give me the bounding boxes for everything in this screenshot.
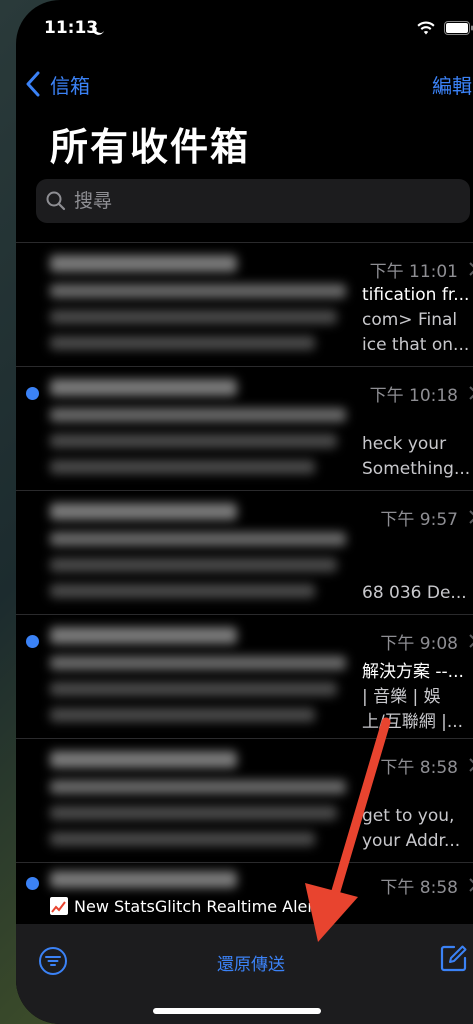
- chevron-right-icon: [469, 510, 473, 524]
- edit-button[interactable]: 編輯: [432, 70, 472, 99]
- mail-subject: 解決方案 --...: [362, 662, 464, 682]
- chevron-right-icon: [469, 386, 473, 400]
- blurred-content: [50, 503, 362, 610]
- blurred-content: [50, 871, 362, 900]
- mail-list: 下午 11:01 tification fr... com> Final ice…: [16, 242, 473, 922]
- mail-time: 下午 8:58: [380, 758, 458, 778]
- chevron-right-icon: [469, 758, 473, 772]
- search-bar[interactable]: [36, 179, 470, 223]
- chevron-left-icon: [26, 71, 40, 97]
- blurred-content: [50, 255, 362, 362]
- mail-preview-line: | 音樂 | 娛: [362, 687, 441, 707]
- battery-icon: [444, 21, 473, 35]
- unread-indicator: [26, 877, 39, 890]
- page-title: 所有收件箱: [50, 125, 251, 169]
- mail-time: 下午 9:57: [380, 510, 458, 530]
- chevron-right-icon: [469, 634, 473, 648]
- mail-screen: 11:13 信箱 編輯 所有收件箱 搜尋 下午 11:01 tification…: [16, 0, 473, 1024]
- compose-icon[interactable]: [440, 944, 468, 972]
- mail-time: 下午 11:01: [369, 262, 458, 282]
- mail-time: 下午 9:08: [380, 634, 458, 654]
- blurred-content: [50, 379, 362, 486]
- mail-preview-line: get to you,: [362, 806, 455, 826]
- unread-indicator: [26, 387, 39, 400]
- back-button[interactable]: 信箱: [24, 68, 90, 100]
- unread-indicator: [26, 635, 39, 648]
- mail-time: 下午 8:58: [380, 878, 458, 898]
- mail-row[interactable]: 下午 8:58 get to you, your Addr...: [16, 738, 473, 862]
- mail-row[interactable]: 下午 10:18 heck your Something...: [16, 366, 473, 490]
- mail-row[interactable]: 下午 11:01 tification fr... com> Final ice…: [16, 242, 473, 366]
- blurred-content: [50, 627, 362, 734]
- search-input[interactable]: [74, 190, 434, 212]
- mail-time: 下午 10:18: [369, 386, 458, 406]
- undo-send-button[interactable]: 還原傳送: [16, 950, 473, 975]
- chart-emoji-icon: [50, 897, 68, 915]
- back-label: 信箱: [50, 73, 90, 98]
- mail-preview-line: your Addr...: [362, 831, 461, 851]
- mail-row[interactable]: 下午 9:57 68 036 De...: [16, 490, 473, 614]
- home-indicator[interactable]: [153, 1008, 321, 1014]
- mail-preview-line: 68 036 De...: [362, 583, 467, 603]
- mail-preview-line: com> Final: [362, 310, 458, 330]
- status-bar: 11:13: [16, 0, 473, 58]
- blurred-content: [50, 751, 362, 858]
- mail-row[interactable]: 下午 8:58 New StatsGlitch Realtime Alert: [16, 862, 473, 922]
- mail-row[interactable]: 下午 9:08 解決方案 --... | 音樂 | 娛 上/互聯網 |...: [16, 614, 473, 738]
- mail-subject: tification fr...: [362, 285, 470, 305]
- mail-subject: New StatsGlitch Realtime Alert: [74, 897, 321, 916]
- mail-subject-row: New StatsGlitch Realtime Alert: [50, 897, 320, 916]
- mail-preview-line: Something...: [362, 459, 471, 479]
- chevron-right-icon: [469, 878, 473, 892]
- mail-preview-line: heck your: [362, 434, 447, 454]
- wifi-icon: [417, 21, 435, 35]
- status-time: 11:13: [44, 18, 99, 38]
- moon-icon: [92, 22, 105, 35]
- mail-preview-line: ice that on...: [362, 335, 470, 355]
- mail-preview-line: 上/互聯網 |...: [362, 712, 464, 732]
- chevron-right-icon: [469, 262, 473, 276]
- search-icon: [46, 191, 66, 211]
